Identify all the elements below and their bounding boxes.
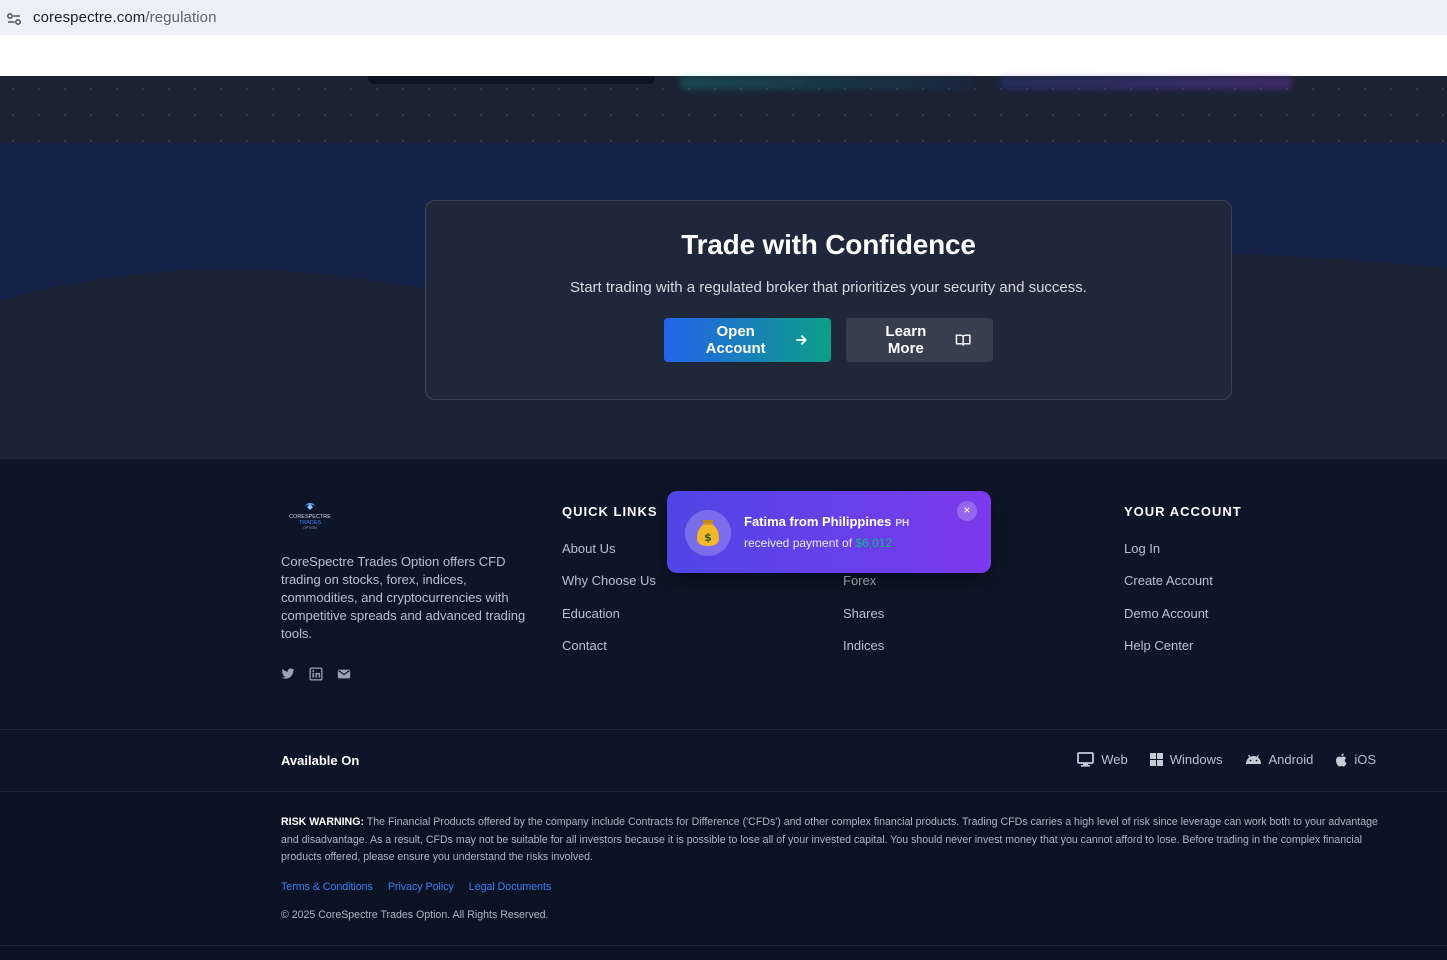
platform-android[interactable]: Android bbox=[1245, 752, 1314, 767]
toast-message: received payment of $6,012 bbox=[744, 536, 892, 550]
platform-web[interactable]: Web bbox=[1077, 752, 1128, 767]
url-path: /regulation bbox=[145, 9, 217, 26]
svg-text:$: $ bbox=[704, 531, 712, 544]
tune-icon[interactable] bbox=[7, 12, 21, 25]
learn-more-button[interactable]: Learn More bbox=[846, 318, 993, 362]
risk-warning-body: The Financial Products offered by the co… bbox=[281, 816, 1378, 864]
available-on-label: Available On bbox=[281, 753, 360, 768]
linkedin-icon[interactable] bbox=[309, 667, 323, 681]
url-domain: corespectre.com bbox=[33, 9, 146, 26]
footer-link-about-us[interactable]: About Us bbox=[562, 541, 658, 573]
footer-link-education[interactable]: Education bbox=[562, 606, 658, 638]
footer-link-why-choose-us[interactable]: Why Choose Us bbox=[562, 573, 658, 605]
platform-android-label: Android bbox=[1268, 752, 1314, 767]
footer-link-create-account[interactable]: Create Account bbox=[1124, 573, 1242, 605]
your-account-title: YOUR ACCOUNT bbox=[1124, 504, 1242, 519]
available-divider bbox=[0, 729, 1447, 730]
footer-description: CoreSpectre Trades Option offers CFD tra… bbox=[281, 554, 526, 641]
footer-link-log-in[interactable]: Log In bbox=[1124, 541, 1242, 573]
copyright: © 2025 CoreSpectre Trades Option. All Ri… bbox=[281, 909, 549, 921]
mail-icon[interactable] bbox=[337, 667, 351, 681]
cta-card: Trade with Confidence Start trading with… bbox=[425, 200, 1232, 400]
platform-list: Web Windows Android iOS bbox=[1077, 752, 1376, 767]
cta-subtitle: Start trading with a regulated broker th… bbox=[570, 279, 1087, 296]
footer-link-help-center[interactable]: Help Center bbox=[1124, 638, 1242, 670]
bottom-divider bbox=[0, 945, 1447, 946]
feature-card-edge bbox=[368, 76, 655, 84]
url-text[interactable]: corespectre.com/regulation bbox=[33, 9, 217, 26]
footer-link-shares[interactable]: Shares bbox=[843, 606, 884, 638]
open-account-button[interactable]: Open Account bbox=[664, 318, 831, 362]
legal-links: Terms & Conditions Privacy Policy Legal … bbox=[281, 881, 551, 893]
svg-text:OPTION: OPTION bbox=[303, 526, 317, 530]
footer-logo[interactable]: CORESPECTRE TRADES OPTION bbox=[283, 501, 337, 531]
social-links bbox=[281, 667, 351, 681]
money-bag-icon: $ bbox=[685, 510, 731, 556]
apple-icon bbox=[1336, 753, 1347, 766]
platform-web-label: Web bbox=[1101, 752, 1128, 767]
page-top-strip bbox=[0, 35, 1447, 76]
legal-documents-link[interactable]: Legal Documents bbox=[469, 881, 551, 893]
quick-links-title: QUICK LINKS bbox=[562, 504, 658, 519]
terms-link[interactable]: Terms & Conditions bbox=[281, 881, 373, 893]
platform-ios-label: iOS bbox=[1354, 752, 1376, 767]
toast-amount: $6,012 bbox=[855, 536, 893, 550]
privacy-policy-link[interactable]: Privacy Policy bbox=[388, 881, 454, 893]
cta-title: Trade with Confidence bbox=[681, 229, 976, 260]
toast-title: Fatima from Philippines PH bbox=[744, 514, 909, 529]
risk-warning-label: RISK WARNING: bbox=[281, 816, 364, 828]
feature-card-glow bbox=[680, 76, 975, 90]
twitter-icon[interactable] bbox=[281, 667, 295, 681]
arrow-right-icon bbox=[796, 335, 807, 345]
platform-windows-label: Windows bbox=[1169, 752, 1223, 767]
footer-link-forex[interactable]: Forex bbox=[843, 573, 884, 605]
platform-ios[interactable]: iOS bbox=[1335, 752, 1376, 767]
toast-flag: PH bbox=[895, 518, 910, 529]
windows-icon bbox=[1149, 753, 1163, 766]
cta-section: Trade with Confidence Start trading with… bbox=[0, 143, 1447, 459]
toast-name: Fatima from Philippines bbox=[744, 514, 892, 529]
footer-link-contact[interactable]: Contact bbox=[562, 638, 658, 670]
address-bar[interactable]: corespectre.com/regulation bbox=[0, 0, 1447, 35]
footer-column-your-account: YOUR ACCOUNT Log In Create Account Demo … bbox=[1124, 504, 1242, 670]
feature-card-glow bbox=[1000, 76, 1292, 90]
footer-link-indices[interactable]: Indices bbox=[843, 638, 884, 670]
book-open-icon bbox=[955, 334, 971, 347]
cta-buttons: Open Account Learn More bbox=[426, 318, 1231, 362]
open-account-label: Open Account bbox=[705, 323, 766, 357]
payment-toast[interactable]: $ Fatima from Philippines PH received pay… bbox=[667, 491, 991, 573]
risk-warning-text: RISK WARNING: The Financial Products off… bbox=[281, 814, 1381, 867]
footer-link-demo-account[interactable]: Demo Account bbox=[1124, 606, 1242, 638]
learn-more-label: Learn More bbox=[885, 323, 927, 357]
footer-column-quick-links: QUICK LINKS About Us Why Choose Us Educa… bbox=[562, 504, 658, 670]
platform-windows[interactable]: Windows bbox=[1149, 752, 1223, 767]
toast-message-text: received payment of bbox=[744, 536, 853, 550]
android-icon bbox=[1245, 754, 1261, 764]
monitor-icon bbox=[1077, 752, 1095, 767]
toast-close-button[interactable]: × bbox=[957, 501, 977, 521]
